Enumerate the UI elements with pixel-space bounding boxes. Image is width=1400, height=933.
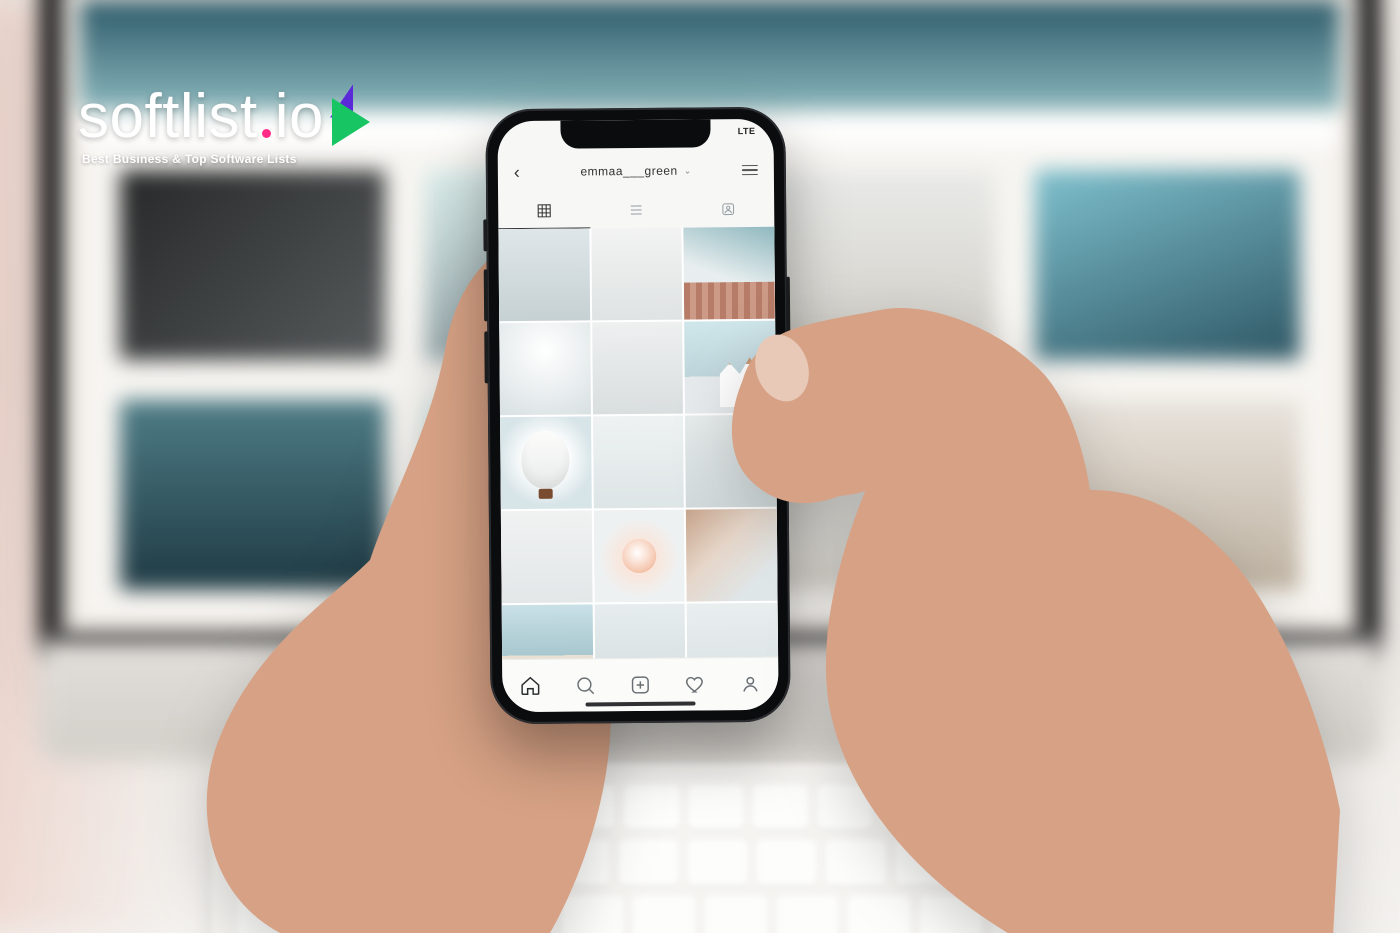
profile-username[interactable]: emmaa___green <box>580 164 677 179</box>
grid-photo[interactable] <box>593 416 684 509</box>
heart-icon <box>684 673 706 695</box>
grid-photo[interactable] <box>591 228 682 321</box>
phone-notch <box>560 119 710 148</box>
grid-photo[interactable] <box>498 228 589 321</box>
tab-add[interactable] <box>629 674 651 696</box>
view-mode-tabs <box>498 191 774 230</box>
logo-text-prefix: softlist <box>78 86 258 148</box>
logo-text-suffix: io <box>275 86 324 148</box>
grid-icon <box>536 202 552 218</box>
tab-tagged[interactable] <box>682 191 774 228</box>
brand-logo: softlist io Best Business & Top Software… <box>78 86 376 166</box>
search-icon <box>574 674 596 696</box>
tag-icon <box>720 201 736 217</box>
logo-tagline: Best Business & Top Software Lists <box>82 152 376 166</box>
grid-photo[interactable] <box>500 416 591 509</box>
profile-header: ‹ emmaa___green ⌄ <box>498 153 774 189</box>
tab-grid[interactable] <box>498 192 590 229</box>
grid-photo[interactable] <box>499 322 590 415</box>
status-network: LTE <box>738 126 756 136</box>
scene: 19:14 LTE ‹ emmaa___green ⌄ <box>0 0 1400 933</box>
tab-home[interactable] <box>519 675 541 697</box>
back-icon[interactable]: ‹ <box>514 162 520 183</box>
list-icon <box>628 202 644 218</box>
tab-activity[interactable] <box>684 673 706 695</box>
add-icon <box>629 674 651 696</box>
grid-photo[interactable] <box>501 510 592 603</box>
logo-triangle-icon <box>330 86 376 144</box>
tab-list[interactable] <box>590 192 682 229</box>
home-icon <box>519 675 541 697</box>
grid-photo[interactable] <box>593 510 684 603</box>
logo-dot-accent <box>262 129 271 138</box>
menu-icon[interactable] <box>742 165 758 176</box>
home-indicator[interactable] <box>586 702 696 707</box>
tab-search[interactable] <box>574 674 596 696</box>
right-hand <box>720 290 1340 933</box>
grid-photo[interactable] <box>592 322 683 415</box>
chevron-down-icon[interactable]: ⌄ <box>684 165 692 176</box>
